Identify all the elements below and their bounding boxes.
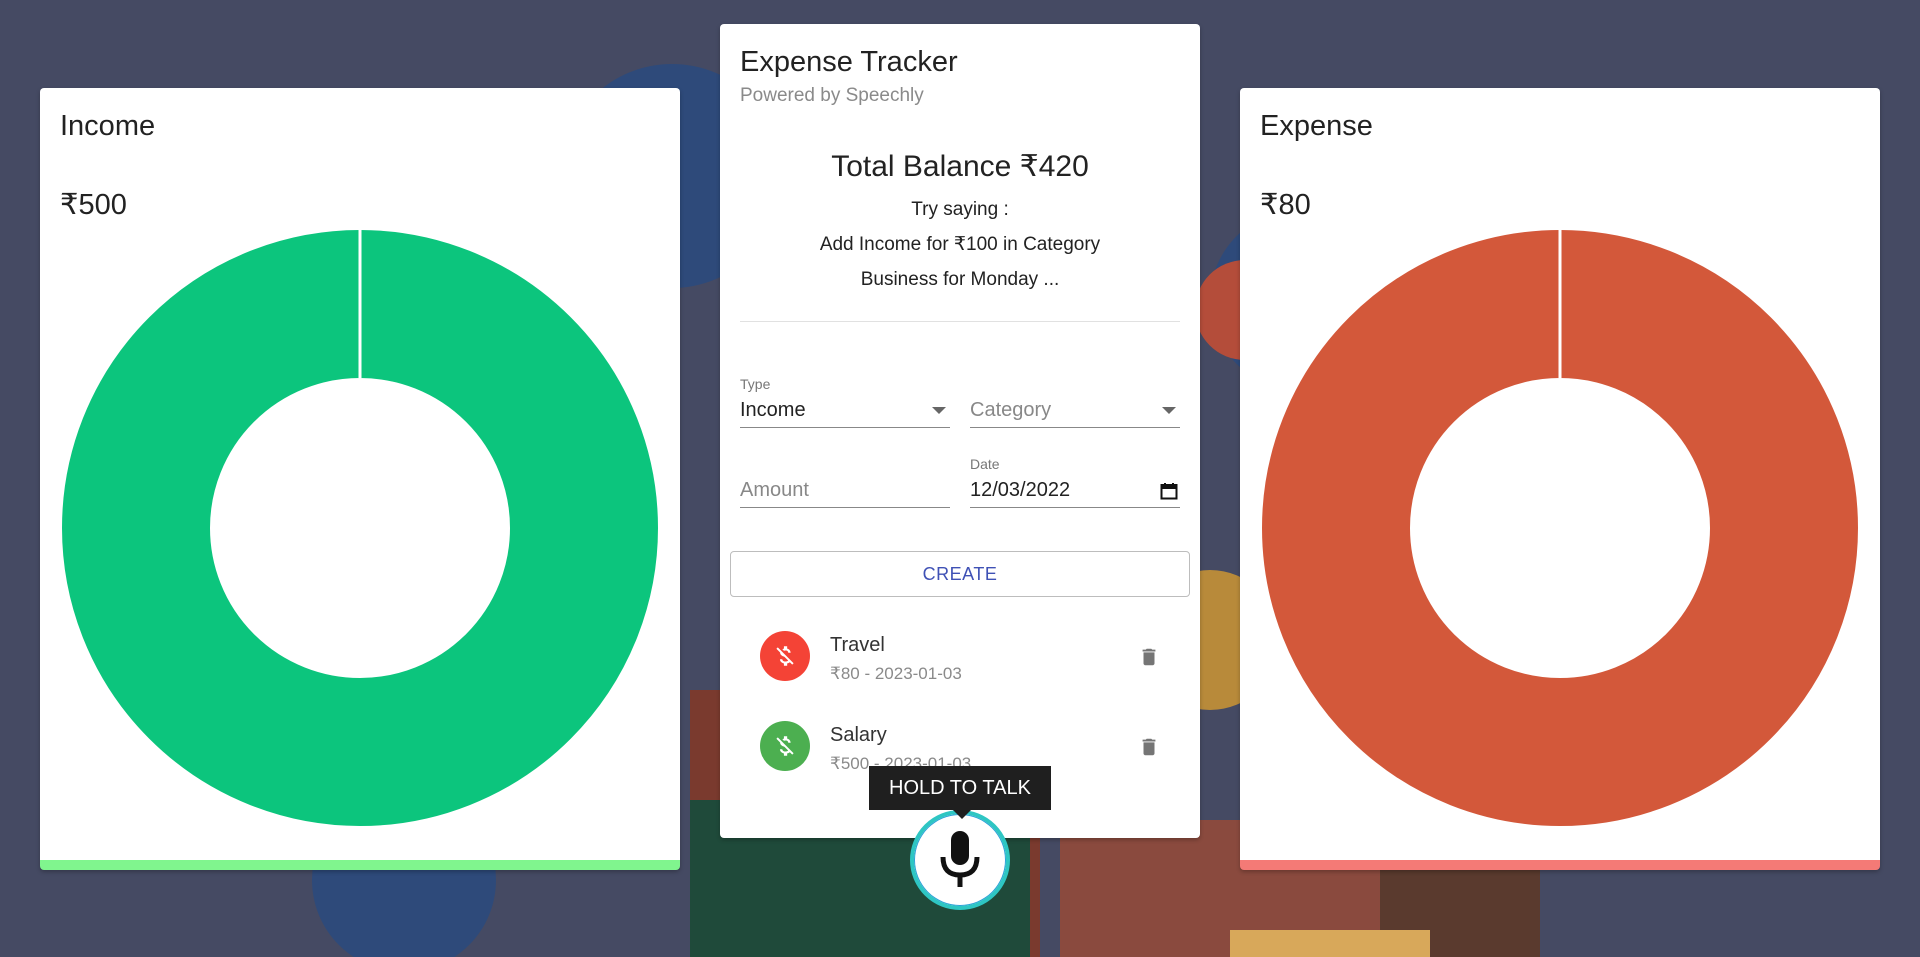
income-donut-chart bbox=[62, 230, 658, 826]
push-to-talk-button[interactable] bbox=[910, 810, 1010, 910]
date-value: 12/03/2022 bbox=[970, 479, 1071, 501]
hint-line-1: Add Income for ₹100 in Category bbox=[819, 234, 1101, 255]
transaction-item[interactable]: Travel ₹80 - 2023-01-03 bbox=[760, 624, 1160, 684]
chevron-down-icon bbox=[932, 407, 946, 414]
money-off-icon bbox=[760, 721, 810, 771]
expense-amount: ₹80 bbox=[1260, 189, 1311, 221]
calendar-icon[interactable] bbox=[1160, 482, 1178, 500]
expense-title: Expense bbox=[1260, 110, 1373, 142]
voice-hint: Try saying : Add Income for ₹100 in Cate… bbox=[740, 192, 1180, 297]
delete-icon[interactable] bbox=[1138, 735, 1160, 759]
type-value: Income bbox=[740, 399, 806, 421]
date-label: Date bbox=[970, 456, 1000, 472]
create-button[interactable]: CREATE bbox=[730, 551, 1190, 597]
delete-icon[interactable] bbox=[1138, 645, 1160, 669]
type-label: Type bbox=[740, 376, 771, 392]
money-off-icon bbox=[760, 631, 810, 681]
date-input[interactable]: Date 12/03/2022 bbox=[970, 456, 1180, 508]
type-select[interactable]: Type Income bbox=[740, 376, 950, 428]
transaction-detail: ₹80 - 2023-01-03 bbox=[830, 664, 962, 683]
category-select[interactable]: Category bbox=[970, 376, 1180, 428]
transaction-item[interactable]: Salary ₹500 - 2023-01-03 bbox=[760, 714, 1160, 774]
amount-placeholder: Amount bbox=[740, 479, 809, 501]
divider bbox=[740, 321, 1180, 322]
expense-donut-chart bbox=[1262, 230, 1858, 826]
app-subtitle: Powered by Speechly bbox=[740, 85, 924, 106]
chevron-down-icon bbox=[1162, 407, 1176, 414]
microphone-icon bbox=[940, 831, 980, 887]
income-card: Income ₹500 bbox=[40, 88, 680, 870]
category-placeholder: Category bbox=[970, 399, 1052, 421]
hint-intro: Try saying : bbox=[911, 199, 1009, 220]
total-balance: Total Balance ₹420 bbox=[831, 150, 1089, 183]
hint-line-2: Business for Monday ... bbox=[860, 269, 1060, 290]
hold-to-talk-tooltip: HOLD TO TALK bbox=[869, 766, 1051, 810]
amount-input[interactable]: Amount bbox=[740, 456, 950, 508]
app-title: Expense Tracker bbox=[740, 46, 958, 78]
expense-tracker-card: Expense Tracker Powered by Speechly Tota… bbox=[720, 24, 1200, 838]
tooltip-arrow bbox=[952, 809, 972, 819]
income-title: Income bbox=[60, 110, 156, 142]
expense-card: Expense ₹80 bbox=[1240, 88, 1880, 870]
transaction-name: Salary bbox=[830, 724, 887, 746]
transaction-name: Travel bbox=[830, 634, 885, 656]
income-amount: ₹500 bbox=[60, 189, 127, 221]
